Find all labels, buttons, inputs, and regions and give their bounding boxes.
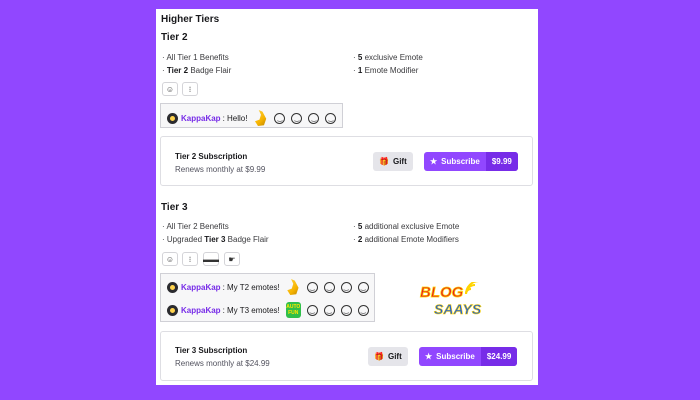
face-emote-icon: ‿ bbox=[357, 281, 369, 293]
tier3-title: Tier 3 bbox=[161, 202, 188, 213]
chat-line: KappaKap : My T3 emotes! AUTO FUN ‿ ‿ ‿ ‿ bbox=[167, 302, 369, 318]
tier3-benefit-2: · Upgraded Tier 3 Badge Flair bbox=[162, 235, 269, 244]
emote-icon: ☺ bbox=[162, 82, 178, 96]
tier3-card-title: Tier 3 Subscription bbox=[175, 346, 248, 355]
face-emote-icon: ‿ bbox=[325, 112, 337, 124]
tier3-chat-preview: KappaKap : My T2 emotes! ‿ ‿ ‿ ‿ KappaKa… bbox=[160, 273, 375, 322]
gift-icon: 🎁 bbox=[379, 157, 389, 166]
subscription-panel: Higher Tiers Tier 2 · All Tier 1 Benefit… bbox=[156, 9, 538, 385]
face-emote-icon: ‿ bbox=[323, 281, 335, 293]
face-emote-icon: ‿ bbox=[340, 281, 352, 293]
sunglasses-icon: ▬▬ bbox=[203, 252, 219, 266]
chat-line: KappaKap : My T2 emotes! ‿ ‿ ‿ ‿ bbox=[167, 279, 369, 295]
subscribe-label: Subscribe bbox=[436, 352, 475, 361]
chat-line: KappaKap : Hello! ‿ ‿ ‿ ‿ bbox=[167, 110, 337, 126]
tier2-benefit-3: · 5 exclusive Emote bbox=[353, 53, 423, 62]
face-emote-icon: ‿ bbox=[340, 304, 352, 316]
modifier-icon: ⁝ bbox=[182, 252, 198, 266]
tier3-renew-text: Renews monthly at $24.99 bbox=[175, 359, 270, 368]
avatar bbox=[167, 281, 178, 293]
tier3-benefit-3: · 5 additional exclusive Emote bbox=[353, 222, 460, 231]
gift-label: Gift bbox=[392, 157, 407, 166]
chat-message: : My T3 emotes! bbox=[222, 305, 280, 315]
blog-saays-logo: BLOG SAAYS bbox=[420, 282, 482, 317]
tier2-subscription-card: Tier 2 Subscription Renews monthly at $9… bbox=[160, 136, 533, 186]
chat-username: KappaKap bbox=[181, 282, 221, 292]
tier3-subscribe-button[interactable]: ★ Subscribe $24.99 bbox=[419, 347, 518, 366]
tier2-benefit-2: · Tier 2 Badge Flair bbox=[162, 66, 232, 75]
subscribe-label: Subscribe bbox=[441, 157, 480, 166]
tier3-benefit-1: · All Tier 2 Benefits bbox=[162, 222, 229, 231]
star-icon: ★ bbox=[425, 352, 433, 361]
avatar bbox=[167, 112, 178, 124]
chat-username: KappaKap bbox=[181, 113, 221, 123]
tier2-renew-text: Renews monthly at $9.99 bbox=[175, 165, 266, 174]
tier2-chat-preview: KappaKap : Hello! ‿ ‿ ‿ ‿ bbox=[160, 103, 343, 128]
svg-text:BLOG: BLOG bbox=[420, 284, 464, 301]
tier2-benefit-1: · All Tier 1 Benefits bbox=[162, 53, 229, 62]
face-emote-icon: ‿ bbox=[274, 112, 286, 124]
face-emote-icon: ‿ bbox=[323, 304, 335, 316]
banana-emote-icon bbox=[287, 279, 299, 295]
gift-label: Gift bbox=[387, 352, 402, 361]
gift-icon: 🎁 bbox=[374, 352, 384, 361]
tier3-gift-button[interactable]: 🎁 Gift bbox=[368, 347, 408, 366]
subscribe-price: $9.99 bbox=[485, 152, 518, 171]
chat-username: KappaKap bbox=[181, 305, 221, 315]
face-emote-icon: ‿ bbox=[308, 112, 320, 124]
section-title: Higher Tiers bbox=[161, 14, 220, 25]
face-emote-icon: ‿ bbox=[357, 304, 369, 316]
tier2-title: Tier 2 bbox=[161, 32, 188, 43]
banana-emote-icon bbox=[254, 110, 267, 126]
modifier-icon: ⁝ bbox=[182, 82, 198, 96]
face-emote-icon: ‿ bbox=[306, 281, 318, 293]
autofun-emote-icon: AUTO FUN bbox=[285, 302, 301, 318]
tier3-benefit-4: · 2 additional Emote Modifiers bbox=[353, 235, 459, 244]
svg-text:SAAYS: SAAYS bbox=[434, 301, 482, 317]
star-icon: ★ bbox=[430, 157, 438, 166]
pointing-hand-icon: ☛ bbox=[224, 252, 240, 266]
subscribe-price: $24.99 bbox=[480, 347, 518, 366]
tier2-gift-button[interactable]: 🎁 Gift bbox=[373, 152, 413, 171]
tier2-card-title: Tier 2 Subscription bbox=[175, 152, 248, 161]
emote-icon: ☺ bbox=[162, 252, 178, 266]
tier2-subscribe-button[interactable]: ★ Subscribe $9.99 bbox=[424, 152, 518, 171]
chat-message: : Hello! bbox=[222, 113, 248, 123]
avatar bbox=[167, 304, 178, 316]
tier2-benefit-4: · 1 Emote Modifier bbox=[353, 66, 419, 75]
tier3-subscription-card: Tier 3 Subscription Renews monthly at $2… bbox=[160, 331, 533, 381]
face-emote-icon: ‿ bbox=[306, 304, 318, 316]
chat-message: : My T2 emotes! bbox=[222, 282, 280, 292]
face-emote-icon: ‿ bbox=[291, 112, 303, 124]
